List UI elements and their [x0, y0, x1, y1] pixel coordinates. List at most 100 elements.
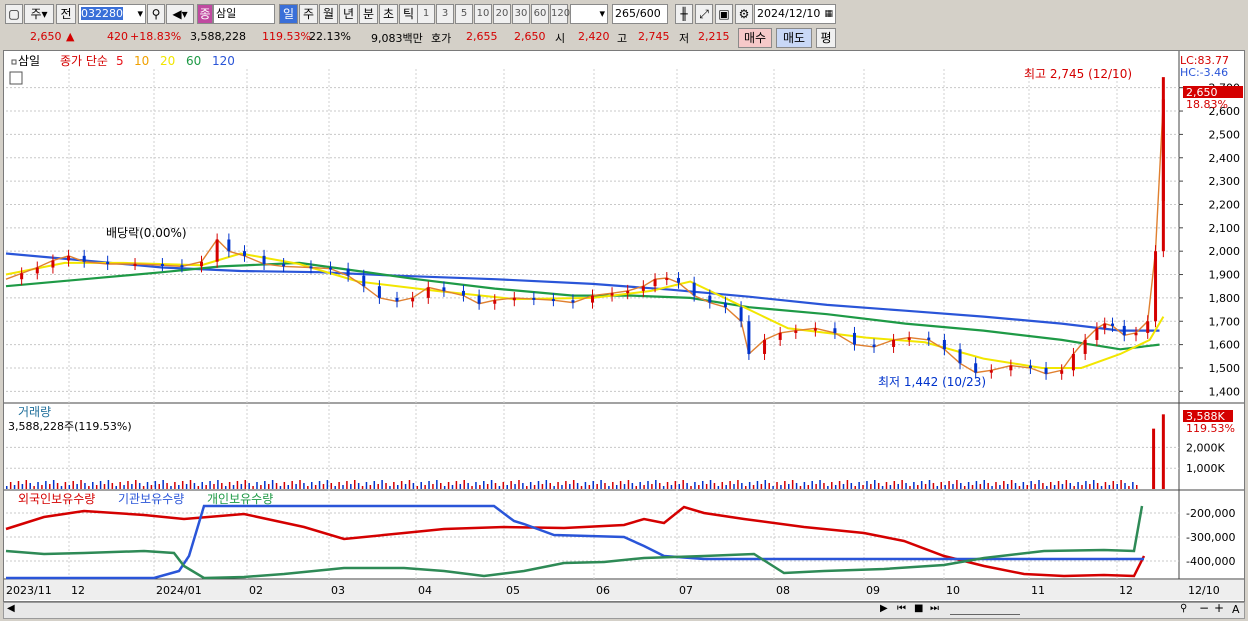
scroll-start-icon[interactable]: ⏮ — [897, 603, 906, 614]
scroll-left-icon[interactable]: ◀ — [7, 603, 15, 614]
volume-bar — [1003, 481, 1005, 489]
volume-bar — [307, 486, 309, 489]
volume-bar — [565, 481, 567, 489]
date-input[interactable]: 2024/12/10 ▦ — [754, 4, 836, 24]
zoom-out-icon[interactable]: − — [1199, 601, 1209, 615]
volume-bar — [647, 481, 649, 489]
scroll-right-icon[interactable]: ▶ — [880, 603, 888, 614]
volume-bar — [483, 481, 485, 489]
candle-body — [532, 297, 536, 300]
volume-bar — [588, 485, 591, 489]
period-tab-4[interactable]: 분 — [359, 4, 378, 24]
holder-tick-label: -300,000 — [1186, 531, 1235, 544]
minute-button-60[interactable]: 60 — [531, 4, 549, 24]
candle-body — [1134, 332, 1138, 336]
volume-bar — [52, 480, 55, 489]
zoom-slider[interactable] — [950, 606, 1020, 615]
volume-bar — [674, 481, 677, 489]
stock-code-input[interactable]: 032280 ▾ — [78, 4, 146, 24]
x-axis-label: 2023/11 — [6, 584, 52, 597]
period-tab-3[interactable]: 년 — [339, 4, 358, 24]
volume-bar — [142, 486, 145, 489]
prev-button[interactable]: 전 — [56, 4, 76, 24]
buy-button[interactable]: 매수 — [738, 28, 772, 48]
minute-button-30[interactable]: 30 — [512, 4, 530, 24]
sell-button[interactable]: 매도 — [776, 28, 812, 48]
period-tab-2[interactable]: 월 — [319, 4, 338, 24]
avg-button[interactable]: 평 — [816, 28, 836, 48]
period-tab-0[interactable]: 일 — [279, 4, 298, 24]
search-icon[interactable]: ⚲ — [147, 4, 165, 24]
bottom-scroll-bar[interactable]: ◀ ▶ ⏮ ■ ⏭ ⚲ − + A — [3, 601, 1245, 619]
volume-bar — [502, 482, 505, 489]
volume-bar — [999, 485, 1001, 489]
scroll-end-icon[interactable]: ⏭ — [930, 603, 939, 614]
candle-body — [739, 307, 743, 322]
period-tab-1[interactable]: 주 — [299, 4, 318, 24]
x-axis-label: 11 — [1031, 584, 1045, 597]
volume-bar — [877, 483, 880, 489]
volume-bar — [303, 483, 305, 489]
volume-bar — [909, 486, 911, 489]
candle-body — [160, 264, 164, 267]
volume-bar — [381, 480, 383, 489]
candle-body — [610, 293, 614, 296]
volume-bar — [103, 484, 106, 489]
save-icon[interactable]: ▣ — [715, 4, 733, 24]
zoom-icon[interactable]: ⚲ — [1180, 603, 1187, 614]
volume-bar — [756, 481, 759, 489]
change-value: 420 — [107, 30, 128, 43]
volume-bar — [41, 485, 43, 489]
interval-input[interactable]: ▾ — [570, 4, 608, 24]
volume-bar — [256, 482, 258, 489]
window-menu-icon[interactable]: ▢ — [5, 4, 23, 24]
count-input[interactable]: 265/600 — [612, 4, 668, 24]
volume-bar — [748, 482, 751, 489]
volume-bar — [737, 480, 739, 489]
volume-bar — [694, 482, 696, 489]
volume-bar — [1038, 480, 1040, 489]
volume-bar — [893, 481, 896, 489]
candle-body — [958, 349, 962, 364]
volume-bar — [717, 486, 720, 489]
chart-area[interactable]: 1,400 1,500 1,600 1,700 1,800 1,900 2,000 2,100… — [3, 50, 1245, 602]
type-select[interactable]: 주▾ — [24, 4, 54, 24]
zoom-in-icon[interactable]: + — [1214, 601, 1224, 615]
period-tab-5[interactable]: 초 — [379, 4, 398, 24]
stop-icon[interactable]: ■ — [914, 603, 923, 614]
volume-bar — [350, 484, 352, 489]
x-axis-label: 08 — [776, 584, 790, 597]
volume-bar — [975, 481, 978, 489]
volume-bar — [189, 480, 192, 489]
minute-button-1[interactable]: 1 — [417, 4, 435, 24]
volume-bar — [631, 483, 634, 489]
volume-bar — [68, 485, 71, 489]
gear-icon[interactable]: ⚙ — [735, 4, 753, 24]
candle-body — [692, 282, 696, 296]
minute-button-5[interactable]: 5 — [455, 4, 473, 24]
period-tab-6[interactable]: 틱 — [399, 4, 418, 24]
minute-button-120[interactable]: 120 — [550, 4, 570, 24]
candle-icon[interactable]: ╫ — [675, 4, 693, 24]
font-size-icon[interactable]: A — [1232, 603, 1240, 616]
volume-bar — [400, 481, 403, 489]
minute-button-20[interactable]: 20 — [493, 4, 511, 24]
line-tool-icon[interactable]: ⤢ — [695, 4, 713, 24]
stock-chart[interactable]: 1,400 1,500 1,600 1,700 1,800 1,900 2,000 2,100… — [4, 51, 1244, 601]
minute-button-3[interactable]: 3 — [436, 4, 454, 24]
minute-button-10[interactable]: 10 — [474, 4, 492, 24]
volume-bar — [181, 481, 184, 489]
volume-bar — [228, 482, 231, 489]
candle-body — [1028, 365, 1032, 368]
volume-bar — [913, 482, 915, 489]
volume-bar — [791, 480, 794, 489]
volume-bar — [752, 485, 755, 489]
volume-bar — [451, 485, 454, 489]
volume-bar — [1120, 480, 1122, 489]
volume-bar — [314, 485, 317, 489]
speaker-icon[interactable]: ◀▾ — [166, 4, 194, 24]
volume-bar — [545, 480, 548, 489]
candle-body — [1044, 367, 1048, 374]
stock-name-field[interactable]: 삼일 — [213, 4, 275, 24]
grid-toggle-icon — [9, 71, 23, 85]
